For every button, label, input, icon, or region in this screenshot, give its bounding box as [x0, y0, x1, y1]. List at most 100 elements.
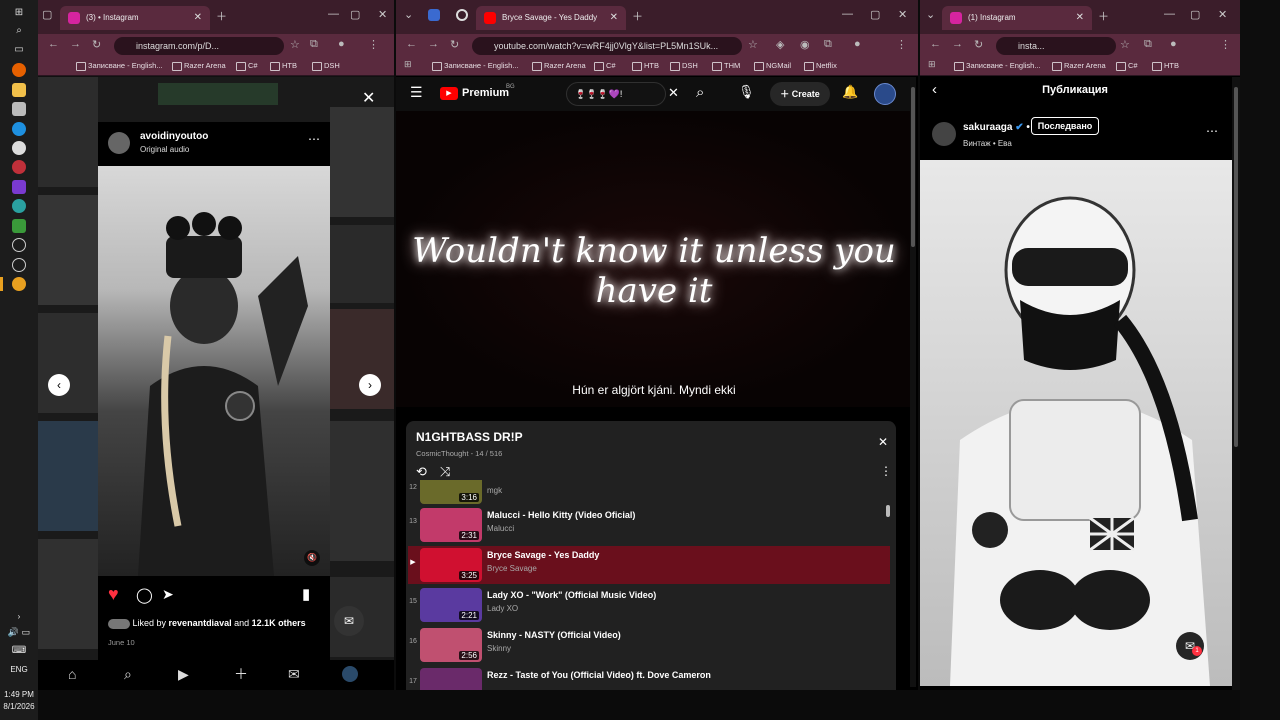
tab-search-icon[interactable]: ⌄ [926, 8, 935, 21]
search-icon[interactable]: ⌕ [12, 24, 26, 38]
extension-icon-2[interactable]: ◉ [800, 38, 810, 51]
app-icon-4[interactable] [12, 238, 26, 252]
clock-time[interactable]: 1:49 PM [0, 690, 38, 699]
chevron-up-icon[interactable]: › [0, 612, 38, 621]
mute-icon[interactable]: 🔇 [304, 550, 320, 566]
new-tab-icon[interactable]: ＋ [1098, 8, 1109, 24]
bookmark-item[interactable]: Записване - English... [76, 59, 163, 73]
maximize-icon[interactable]: ▢ [1190, 8, 1200, 21]
edge-icon[interactable] [12, 122, 26, 136]
close-tab-icon[interactable]: ✕ [194, 6, 202, 30]
page-scrollbar[interactable] [1232, 77, 1240, 690]
bookmark-item[interactable]: C# [1116, 59, 1138, 73]
messages-icon[interactable]: ✉ [288, 666, 300, 683]
bookmark-item[interactable]: Razer Arena [1052, 59, 1106, 73]
home-icon[interactable]: ⌂ [68, 666, 76, 682]
maximize-icon[interactable]: ▢ [350, 8, 360, 21]
extensions-icon[interactable]: ⧉ [824, 38, 832, 51]
menu-icon[interactable]: ⋮ [1220, 38, 1231, 51]
bookmark-item[interactable]: DSH [312, 59, 340, 73]
playlist-item[interactable]: 12 3:16 mgk [408, 480, 896, 504]
reload-icon[interactable]: ↻ [450, 38, 459, 51]
new-tab-icon[interactable]: ＋ [632, 8, 643, 24]
bookmark-item[interactable]: Razer Arena [532, 59, 586, 73]
playlist-title[interactable]: N1GHTBASS DR!P [416, 430, 523, 444]
save-bookmark-icon[interactable]: ▮ [302, 585, 310, 603]
pinned-tab-icon[interactable] [428, 9, 440, 21]
hamburger-menu-icon[interactable]: ☰ [410, 84, 423, 101]
more-options-icon[interactable]: ⋯ [1206, 124, 1218, 138]
onenote-icon[interactable] [12, 180, 26, 194]
minimize-icon[interactable]: — [842, 8, 853, 20]
playlist-item[interactable]: 16 2:56 Skinny - NASTY (Official Video) … [408, 626, 896, 664]
reload-icon[interactable]: ↻ [92, 38, 101, 51]
app-icon-3[interactable] [12, 219, 26, 233]
account-avatar[interactable] [874, 83, 896, 105]
post-audio[interactable]: Original audio [140, 145, 189, 154]
search-icon[interactable]: ⌕ [124, 666, 132, 683]
create-icon[interactable]: ＋ [234, 664, 248, 684]
bookmark-item[interactable]: Netflix [804, 59, 837, 73]
bookmark-item[interactable]: C# [236, 59, 258, 73]
windows-start-icon[interactable]: ⊞ [12, 6, 26, 20]
bookmark-star-icon[interactable]: ☆ [748, 38, 758, 51]
bookmark-item[interactable]: HTB [632, 59, 659, 73]
tab-search-icon[interactable]: ▢ [42, 8, 52, 21]
bookmark-item[interactable]: Записване - English... [432, 59, 519, 73]
tab-instagram[interactable]: (3) • Instagram ✕ [60, 6, 210, 30]
youtube-logo-icon[interactable]: ▶ [440, 87, 458, 100]
bookmark-item[interactable]: HTB [270, 59, 297, 73]
profile-avatar-icon[interactable] [342, 666, 358, 682]
close-window-icon[interactable]: ✕ [898, 8, 907, 21]
bookmark-item[interactable]: DSH [670, 59, 698, 73]
new-tab-icon[interactable]: ＋ [216, 8, 227, 24]
bookmark-item[interactable]: Записване - English... [954, 59, 1041, 73]
forward-icon[interactable]: → [952, 38, 963, 50]
task-view-icon[interactable]: ▭ [12, 43, 26, 57]
next-post-icon[interactable]: › [359, 374, 381, 396]
search-icon[interactable]: ⌕ [696, 84, 704, 101]
reels-icon[interactable]: ▶ [178, 666, 189, 683]
apps-grid-icon[interactable]: ⊞ [928, 59, 936, 70]
share-icon[interactable]: ➤ [162, 586, 174, 603]
messages-float-icon[interactable]: ✉ [334, 606, 364, 636]
loop-icon[interactable]: ⟲ [416, 464, 427, 480]
page-scroll-thumb[interactable] [1234, 87, 1238, 447]
playlist-meta[interactable]: CosmicThought - 14 / 516 [416, 449, 502, 458]
playlist-item-active[interactable]: ▶ 3:25 Bryce Savage - Yes Daddy Bryce Sa… [408, 546, 890, 584]
minimize-icon[interactable]: — [328, 8, 339, 20]
tab-youtube[interactable]: Bryce Savage - Yes Daddy ✕ [476, 6, 626, 30]
create-button[interactable]: ＋ Create [770, 82, 830, 106]
bookmark-item[interactable]: Razer Arena [172, 59, 226, 73]
profile-icon[interactable]: ● [854, 38, 861, 50]
chrome-active-icon[interactable] [12, 277, 26, 291]
playlist-item[interactable]: 13 2:31 Malucci - Hello Kitty (Video Ofi… [408, 506, 896, 544]
keyboard-icon[interactable]: ⌨ [0, 645, 38, 656]
volume-network-icons[interactable]: 🔊 ▭ [0, 627, 38, 638]
profile-icon[interactable]: ● [1170, 38, 1177, 50]
playlist-more-icon[interactable]: ⋮ [880, 464, 892, 478]
avatar[interactable] [932, 122, 956, 146]
forward-icon[interactable]: → [428, 38, 439, 50]
post-media[interactable] [920, 160, 1232, 686]
apps-grid-icon[interactable]: ⊞ [404, 59, 412, 70]
chrome-icon[interactable] [12, 141, 26, 155]
address-bar[interactable]: insta... [996, 37, 1116, 55]
tab-instagram[interactable]: (1) Instagram ✕ [942, 6, 1092, 30]
close-tab-icon[interactable]: ✕ [1076, 6, 1084, 30]
app-icon[interactable] [12, 102, 26, 116]
brand-premium[interactable]: Premium [462, 87, 509, 99]
extension-icon[interactable]: ◈ [776, 38, 784, 51]
reload-icon[interactable]: ↻ [974, 38, 983, 51]
page-scrollbar[interactable] [910, 77, 916, 687]
address-bar[interactable]: instagram.com/p/D... [114, 37, 284, 55]
more-options-icon[interactable]: ⋯ [308, 132, 320, 146]
playlist-item[interactable]: 15 2:21 Lady XO - "Work" (Official Music… [408, 586, 896, 624]
file-explorer-icon[interactable] [12, 83, 26, 97]
shuffle-icon[interactable]: ⤨ [440, 464, 450, 480]
post-username[interactable]: avoidinyoutoo [140, 131, 208, 142]
close-post-icon[interactable]: ✕ [362, 88, 375, 108]
back-icon[interactable]: ← [930, 38, 941, 50]
forward-icon[interactable]: → [70, 38, 81, 50]
previous-post-icon[interactable]: ‹ [48, 374, 70, 396]
